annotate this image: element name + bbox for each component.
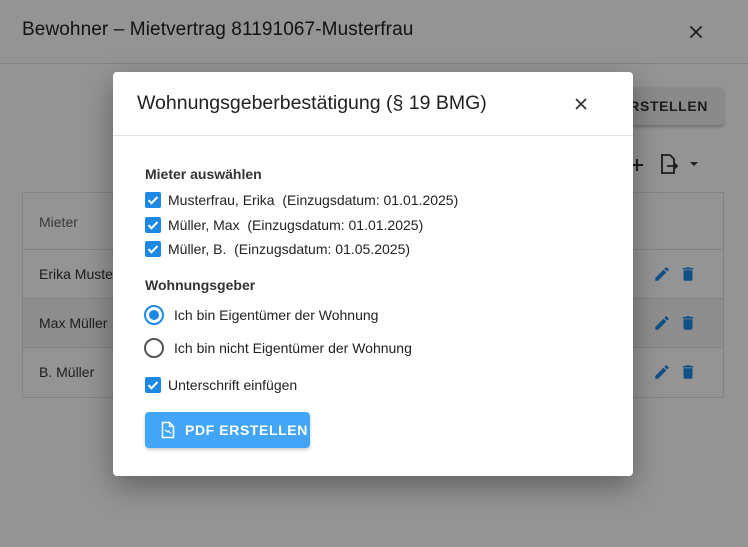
landlord-option-not-owner[interactable]: Ich bin nicht Eigentümer der Wohnung bbox=[144, 337, 412, 359]
tenants-section-label: Mieter auswählen bbox=[145, 166, 262, 182]
checkmark-icon bbox=[147, 221, 159, 230]
tenant-checkbox[interactable] bbox=[145, 192, 161, 208]
tenant-checkbox[interactable] bbox=[145, 241, 161, 257]
tenant-checkbox-row[interactable]: Musterfrau, Erika (Einzugsdatum: 01.01.2… bbox=[145, 190, 458, 210]
tenant-checkbox[interactable] bbox=[145, 217, 161, 233]
confirmation-dialog: Wohnungsgeberbestätigung (§ 19 BMG) Miet… bbox=[113, 72, 633, 476]
landlord-section-label: Wohnungsgeber bbox=[145, 277, 256, 293]
dialog-title: Wohnungsgeberbestätigung (§ 19 BMG) bbox=[137, 92, 487, 114]
signature-checkbox-row[interactable]: Unterschrift einfügen bbox=[145, 375, 297, 395]
radio-button-selected[interactable] bbox=[144, 305, 164, 325]
landlord-option-label: Ich bin nicht Eigentümer der Wohnung bbox=[174, 340, 412, 356]
checkmark-icon bbox=[147, 196, 159, 205]
checkmark-icon bbox=[147, 381, 159, 390]
tenant-checkbox-label: Musterfrau, Erika (Einzugsdatum: 01.01.2… bbox=[168, 192, 459, 208]
landlord-option-label: Ich bin Eigentümer der Wohnung bbox=[174, 307, 379, 323]
radio-button[interactable] bbox=[144, 338, 164, 358]
create-pdf-button[interactable]: PDF ERSTELLEN bbox=[145, 412, 310, 448]
tenant-checkbox-label: Müller, B. (Einzugsdatum: 01.05.2025) bbox=[168, 241, 411, 257]
create-pdf-button-label: PDF ERSTELLEN bbox=[185, 422, 308, 438]
dialog-header: Wohnungsgeberbestätigung (§ 19 BMG) bbox=[113, 72, 633, 136]
pdf-file-icon bbox=[161, 421, 175, 439]
checkmark-icon bbox=[147, 245, 159, 254]
signature-checkbox[interactable] bbox=[145, 377, 161, 393]
tenant-checkbox-row[interactable]: Müller, B. (Einzugsdatum: 01.05.2025) bbox=[145, 239, 410, 259]
tenant-checkbox-label: Müller, Max (Einzugsdatum: 01.01.2025) bbox=[168, 217, 424, 233]
signature-checkbox-label: Unterschrift einfügen bbox=[168, 377, 298, 393]
landlord-option-owner[interactable]: Ich bin Eigentümer der Wohnung bbox=[144, 304, 378, 326]
tenant-checkbox-row[interactable]: Müller, Max (Einzugsdatum: 01.01.2025) bbox=[145, 215, 423, 235]
close-icon[interactable] bbox=[569, 92, 593, 116]
